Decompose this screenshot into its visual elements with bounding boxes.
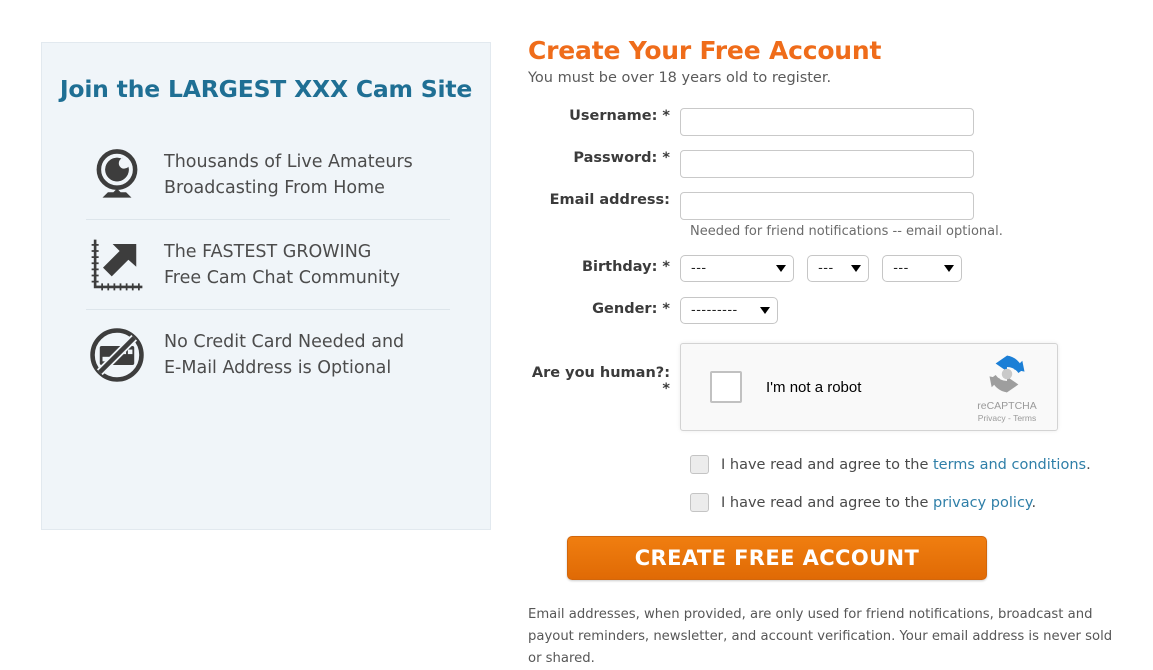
chevron-down-icon bbox=[944, 265, 955, 272]
promo-feature-list: Thousands of Live Amateurs Broadcasting … bbox=[42, 130, 490, 399]
page-title: Create Your Free Account bbox=[528, 36, 882, 65]
recaptcha-logo-icon bbox=[989, 355, 1025, 393]
privacy-consent-row[interactable]: I have read and agree to the privacy pol… bbox=[690, 493, 1128, 512]
birthday-label: Birthday: * bbox=[581, 259, 670, 275]
submit-row: CREATE FREE ACCOUNT bbox=[528, 536, 1128, 580]
promo-panel: Join the LARGEST XXX Cam Site Thousands … bbox=[41, 42, 491, 530]
privacy-checkbox[interactable] bbox=[690, 493, 709, 512]
username-label: Username: * bbox=[569, 108, 670, 124]
recaptcha-checkbox[interactable] bbox=[710, 371, 742, 403]
terms-consent-text: I have read and agree to the terms and c… bbox=[721, 457, 1091, 473]
chevron-down-icon bbox=[776, 265, 786, 272]
feature-line-2: Free Cam Chat Community bbox=[164, 267, 400, 288]
birthday-month-value: --- bbox=[818, 261, 834, 276]
birthday-year-select[interactable]: --- bbox=[680, 255, 794, 282]
age-requirement-text: You must be over 18 years old to registe… bbox=[528, 70, 832, 86]
password-label: Password: * bbox=[573, 150, 670, 166]
terms-consent-row[interactable]: I have read and agree to the terms and c… bbox=[690, 455, 1128, 474]
recaptcha-widget[interactable]: I'm not a robot reCAPTCHA Privacy - Term… bbox=[680, 343, 1058, 431]
feature-line-2: Broadcasting From Home bbox=[164, 177, 385, 198]
feature-text: The FASTEST GROWING Free Cam Chat Commun… bbox=[164, 239, 400, 291]
feature-line-2: E-Mail Address is Optional bbox=[164, 357, 392, 378]
feature-text: No Credit Card Needed and E-Mail Address… bbox=[164, 329, 404, 381]
feature-item-no-credit-card: No Credit Card Needed and E-Mail Address… bbox=[42, 310, 490, 399]
gender-value: --------- bbox=[691, 303, 738, 318]
email-label: Email address: bbox=[549, 192, 670, 208]
terms-consent-suffix: . bbox=[1086, 456, 1091, 473]
terms-consent-prefix: I have read and agree to the bbox=[721, 456, 933, 473]
gender-row: Gender: * --------- bbox=[528, 297, 1128, 324]
password-input[interactable] bbox=[680, 150, 974, 178]
promo-title: Join the LARGEST XXX Cam Site bbox=[59, 75, 473, 103]
birthday-row: Birthday: * --- --- --- bbox=[528, 255, 1128, 282]
recaptcha-branding: reCAPTCHA Privacy - Terms bbox=[967, 353, 1047, 423]
terms-and-conditions-link[interactable]: terms and conditions bbox=[933, 457, 1086, 473]
human-label: Are you human?: * bbox=[531, 365, 670, 397]
feature-item-fastest-growing: The FASTEST GROWING Free Cam Chat Commun… bbox=[42, 220, 490, 309]
feature-line-1: Thousands of Live Amateurs bbox=[164, 151, 413, 172]
password-row: Password: * bbox=[528, 150, 1128, 178]
email-privacy-note: Email addresses, when provided, are only… bbox=[528, 607, 1113, 666]
username-row: Username: * bbox=[528, 108, 1128, 136]
privacy-consent-suffix: . bbox=[1031, 494, 1037, 511]
username-input[interactable] bbox=[680, 108, 974, 136]
gender-label: Gender: * bbox=[592, 301, 670, 317]
birthday-day-value: --- bbox=[893, 261, 909, 276]
no-credit-card-icon bbox=[86, 324, 148, 386]
signup-form: Create Your Free Account You must be ove… bbox=[528, 36, 1128, 670]
privacy-consent-text: I have read and agree to the privacy pol… bbox=[721, 495, 1036, 511]
feature-text: Thousands of Live Amateurs Broadcasting … bbox=[164, 149, 413, 201]
birthday-month-select[interactable]: --- bbox=[807, 255, 870, 282]
feature-line-1: No Credit Card Needed and bbox=[164, 331, 405, 352]
email-row: Email address: bbox=[528, 192, 1128, 220]
webcam-icon bbox=[86, 144, 148, 206]
privacy-policy-link[interactable]: privacy policy bbox=[933, 495, 1031, 511]
recaptcha-brand-name: reCAPTCHA bbox=[977, 400, 1037, 412]
recaptcha-checkbox-label: I'm not a robot bbox=[766, 378, 862, 396]
recaptcha-legal-links[interactable]: Privacy - Terms bbox=[967, 413, 1047, 423]
create-free-account-button[interactable]: CREATE FREE ACCOUNT bbox=[567, 536, 987, 580]
birthday-year-value: --- bbox=[691, 261, 707, 276]
human-verification-row: Are you human?: * I'm not a robot reCAPT… bbox=[528, 343, 1128, 431]
email-input[interactable] bbox=[680, 192, 974, 220]
gender-select[interactable]: --------- bbox=[680, 297, 778, 324]
chevron-down-icon bbox=[760, 307, 770, 314]
chevron-down-icon bbox=[851, 265, 862, 272]
email-help-text: Needed for friend notifications -- email… bbox=[690, 224, 1003, 239]
privacy-consent-prefix: I have read and agree to the bbox=[721, 494, 933, 511]
feature-item-live-amateurs: Thousands of Live Amateurs Broadcasting … bbox=[42, 130, 490, 219]
growth-chart-icon bbox=[86, 234, 148, 296]
birthday-day-select[interactable]: --- bbox=[882, 255, 963, 282]
terms-checkbox[interactable] bbox=[690, 455, 709, 474]
feature-line-1: The FASTEST GROWING bbox=[164, 241, 372, 262]
birthday-selects: --- --- --- bbox=[680, 255, 970, 282]
